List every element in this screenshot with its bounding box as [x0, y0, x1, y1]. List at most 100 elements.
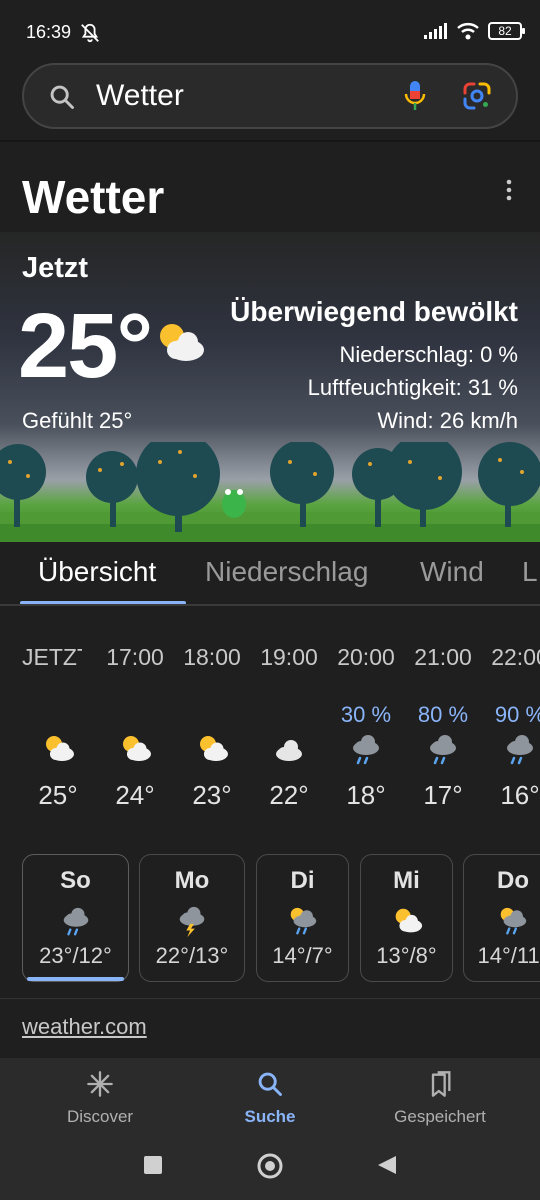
hour-temperature: 17°: [423, 780, 463, 810]
status-time: 16:39: [26, 22, 72, 42]
sun-rain-icon: [290, 907, 316, 935]
more-options-icon[interactable]: [502, 178, 516, 202]
tab-wind[interactable]: Wind: [420, 556, 484, 588]
system-navigation-bar: [0, 1140, 540, 1200]
hour-icon: [425, 732, 461, 773]
day-icon: [175, 905, 209, 944]
search-input[interactable]: Wetter: [96, 79, 184, 113]
day-name: Mo: [174, 867, 210, 894]
daily-card[interactable]: Mo 22°/13°: [139, 854, 245, 982]
hour-time: 22:00: [491, 644, 540, 670]
day-icon: [496, 905, 530, 944]
signal-icon: [424, 23, 447, 39]
hour-temperature: 24°: [115, 780, 155, 810]
hour-icon: [40, 732, 76, 773]
hour-icon: [502, 732, 538, 773]
day-name: Do: [497, 867, 529, 894]
weather-search-page: 16:39 82 Wetter Wetter Jetzt 25° Gefühlt…: [0, 0, 540, 1200]
status-icons: 82: [424, 22, 525, 40]
asterisk-icon: [87, 1071, 113, 1097]
nav-label: Gespeichert: [394, 1107, 486, 1126]
day-temperature-range: 14°/11°: [477, 943, 540, 968]
home-button-icon[interactable]: [256, 1152, 284, 1180]
microphone-icon[interactable]: [402, 79, 428, 113]
divider: [0, 998, 540, 999]
mute-icon: [81, 23, 99, 43]
partly-cloudy-icon: [123, 736, 151, 761]
partly-cloudy-icon: [46, 736, 74, 761]
hour-precipitation: 90 %: [494, 702, 540, 727]
day-temperature-range: 13°/8°: [376, 943, 437, 968]
divider: [0, 140, 540, 142]
current-weather-card: Jetzt 25° Gefühlt 25° Überwiegend bewölk…: [0, 232, 540, 542]
hour-icon: [348, 732, 384, 773]
search-bar[interactable]: Wetter: [22, 63, 518, 129]
hour-time: 18:00: [183, 644, 241, 670]
day-name: Mi: [393, 867, 420, 894]
bottom-navigation: Discover Suche Gespeichert: [0, 1058, 540, 1140]
tab-more[interactable]: L: [522, 556, 538, 588]
hour-temperature: 22°: [269, 780, 309, 810]
day-icon: [59, 905, 93, 944]
nav-label: Discover: [66, 1107, 134, 1126]
rain-icon: [507, 735, 533, 765]
hour-temperature: 25°: [38, 780, 78, 810]
hour-time: 21:00: [414, 644, 472, 670]
precipitation-text: Niederschlag: 0 %: [339, 342, 518, 367]
source-link[interactable]: weather.com: [22, 1014, 147, 1040]
tab-precipitation[interactable]: Niederschlag: [205, 556, 368, 588]
day-icon: [286, 905, 320, 944]
hour-time: 17:00: [106, 644, 164, 670]
recents-button-icon[interactable]: [142, 1154, 164, 1176]
day-temperature-range: 23°/12°: [39, 943, 112, 968]
hour-precipitation: 80 %: [417, 702, 469, 727]
partly-cloudy-icon: [200, 736, 228, 761]
daily-card[interactable]: Mi 13°/8°: [360, 854, 453, 982]
daily-forecast[interactable]: So 23°/12° Mo 22°/13° Di 14°/7° Mi 13°/8° Do 14°/…: [0, 854, 540, 984]
rain-icon: [430, 735, 456, 765]
daily-card[interactable]: So 23°/12°: [22, 854, 129, 982]
search-icon: [50, 85, 74, 109]
cloudy-icon: [276, 740, 302, 761]
hour-time: 20:00: [337, 644, 395, 670]
humidity-text: Luftfeuchtigkeit: 31 %: [307, 375, 518, 400]
day-name: Di: [290, 867, 315, 894]
current-temperature: 25°: [18, 295, 153, 397]
rain-icon: [63, 907, 88, 936]
current-label: Jetzt: [22, 252, 89, 284]
back-button-icon[interactable]: [376, 1154, 398, 1176]
weather-scenery-illustration: [0, 442, 540, 542]
thunderstorm-icon: [179, 906, 205, 938]
hour-temperature: 18°: [346, 780, 386, 810]
battery-indicator: 82: [488, 22, 525, 40]
nav-discover[interactable]: Discover: [20, 1070, 180, 1127]
partly-cloudy-icon: [395, 908, 422, 933]
daily-card[interactable]: Di 14°/7°: [256, 854, 349, 982]
hour-temperature: 23°: [192, 780, 232, 810]
day-icon: [390, 905, 424, 944]
bookmarks-icon: [431, 1071, 451, 1097]
day-temperature-range: 22°/13°: [155, 943, 229, 968]
hour-precipitation: 30 %: [340, 702, 392, 727]
hour-icon: [271, 732, 307, 773]
daily-card[interactable]: Do 14°/11°: [463, 854, 540, 982]
nav-search[interactable]: Suche: [190, 1070, 350, 1127]
hour-icon: [194, 732, 230, 773]
tab-active-indicator: [20, 601, 186, 604]
nav-saved[interactable]: Gespeichert: [360, 1070, 520, 1127]
wifi-icon: [457, 23, 479, 40]
rain-icon: [353, 735, 379, 765]
feels-like: Gefühlt 25°: [22, 408, 133, 433]
hour-time: 19:00: [260, 644, 318, 670]
weather-tabs: Übersicht Niederschlag Wind L: [0, 542, 540, 606]
selected-day-indicator: [27, 977, 124, 981]
google-lens-icon[interactable]: [462, 81, 492, 111]
day-name: So: [60, 867, 91, 894]
hour-time: JETZT: [22, 644, 82, 670]
hourly-forecast[interactable]: JETZT 25° 17:00 24° 18:00 23° 19:00 22° 20:00 30 …: [0, 630, 540, 820]
status-bar: 16:39 82: [0, 0, 540, 62]
wind-text: Wind: 26 km/h: [377, 408, 518, 433]
tab-overview[interactable]: Übersicht: [38, 556, 156, 588]
hour-temperature: 16°: [500, 780, 540, 810]
condition-text: Überwiegend bewölkt: [230, 296, 518, 327]
